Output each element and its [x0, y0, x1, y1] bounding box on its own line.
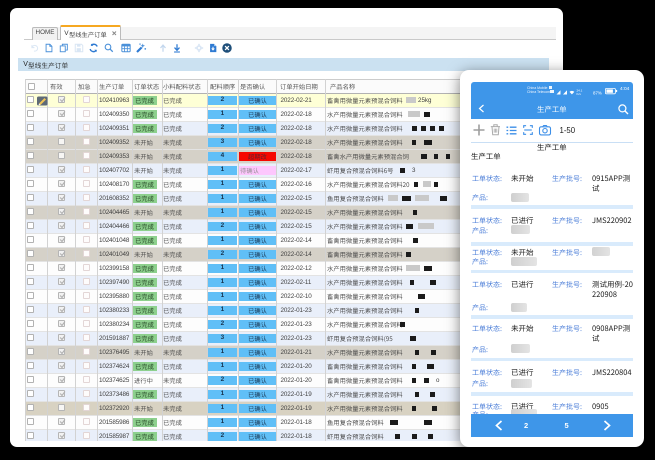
- svg-text:87%: 87%: [593, 90, 602, 95]
- svg-text:K/s: K/s: [577, 92, 582, 96]
